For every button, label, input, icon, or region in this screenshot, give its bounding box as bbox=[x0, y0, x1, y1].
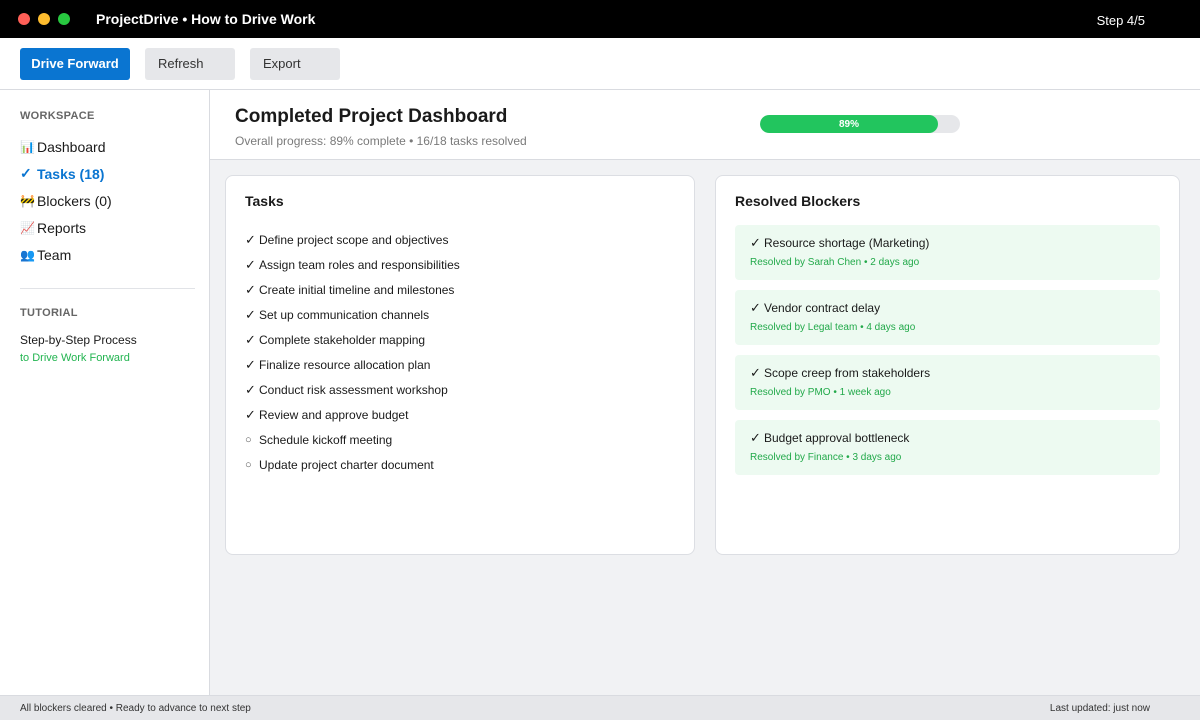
refresh-button[interactable]: Refresh bbox=[145, 47, 235, 80]
bar-chart-icon: 📊 bbox=[20, 139, 35, 154]
task-item[interactable]: ✓ Assign team roles and responsibilities bbox=[245, 252, 675, 277]
sidebar-item-reports[interactable]: 📈 Reports bbox=[20, 214, 194, 241]
tutorial-heading: TUTORIAL bbox=[20, 307, 78, 319]
checkmark-icon: ✓ bbox=[750, 430, 761, 445]
window-title: ProjectDrive • How to Drive Work bbox=[96, 11, 316, 27]
drive-forward-button[interactable]: Drive Forward bbox=[20, 47, 130, 80]
checkmark-icon: ✓ bbox=[245, 256, 256, 272]
status-bar: All blockers cleared • Ready to advance … bbox=[0, 695, 1200, 720]
task-label: Finalize resource allocation plan bbox=[259, 357, 431, 372]
task-label: Review and approve budget bbox=[259, 407, 409, 422]
task-item[interactable]: ✓ Set up communication channels bbox=[245, 302, 675, 327]
sidebar-divider bbox=[20, 288, 195, 289]
task-item[interactable]: ✓ Create initial timeline and milestones bbox=[245, 277, 675, 302]
task-label: Schedule kickoff meeting bbox=[259, 432, 393, 447]
barrier-icon: 🚧 bbox=[20, 193, 35, 208]
blocker-item[interactable]: ✓ Vendor contract delay Resolved by Lega… bbox=[735, 290, 1160, 345]
checkmark-icon: ✓ bbox=[245, 406, 256, 422]
checkmark-icon: ✓ bbox=[750, 365, 761, 380]
blocker-title: Vendor contract delay bbox=[764, 301, 881, 315]
sidebar-item-label: Reports bbox=[37, 219, 87, 236]
blocker-item[interactable]: ✓ Scope creep from stakeholders Resolved… bbox=[735, 355, 1160, 410]
checkmark-icon: ✓ bbox=[245, 331, 256, 347]
tutorial-link[interactable]: to Drive Work Forward bbox=[20, 352, 194, 364]
sidebar-item-label: Team bbox=[37, 246, 72, 263]
task-label: Update project charter document bbox=[259, 457, 434, 472]
checkmark-icon: ✓ bbox=[750, 235, 761, 250]
last-updated: Last updated: just now bbox=[1049, 703, 1150, 714]
blockers-card-title: Resolved Blockers bbox=[735, 193, 861, 209]
sidebar-item-tasks[interactable]: ✓ Tasks (18) bbox=[20, 160, 194, 187]
step-indicator: Step 4/5 bbox=[1096, 13, 1145, 28]
checkmark-icon: ✓ bbox=[245, 356, 256, 372]
tutorial-title: Step-by-Step Process bbox=[20, 333, 137, 347]
blocker-meta: Resolved by Finance • 3 days ago bbox=[750, 452, 902, 463]
task-item[interactable]: ○ Update project charter document bbox=[245, 452, 675, 477]
progress-fill: 89% bbox=[760, 115, 938, 133]
checkmark-icon: ✓ bbox=[245, 281, 256, 297]
blocker-title: Resource shortage (Marketing) bbox=[764, 236, 930, 250]
blocker-item[interactable]: ✓ Budget approval bottleneck Resolved by… bbox=[735, 420, 1160, 475]
export-button[interactable]: Export bbox=[250, 47, 340, 80]
toolbar: Drive Forward Refresh Export bbox=[0, 38, 1200, 90]
blocker-meta: Resolved by Sarah Chen • 2 days ago bbox=[750, 257, 920, 268]
sidebar-item-team[interactable]: 👥 Team bbox=[20, 241, 194, 268]
progress-label: 89% bbox=[838, 118, 859, 130]
sidebar-item-blockers[interactable]: 🚧 Blockers (0) bbox=[20, 187, 194, 214]
checkmark-icon: ✓ bbox=[245, 306, 256, 322]
open-circle-icon: ○ bbox=[245, 458, 252, 471]
blockers-card: Resolved Blockers ✓ Resource shortage (M… bbox=[715, 175, 1180, 555]
checkmark-icon: ✓ bbox=[750, 300, 761, 315]
task-item[interactable]: ✓ Complete stakeholder mapping bbox=[245, 327, 675, 352]
task-item[interactable]: ✓ Conduct risk assessment workshop bbox=[245, 377, 675, 402]
task-item[interactable]: ✓ Define project scope and objectives bbox=[245, 227, 675, 252]
blocker-meta: Resolved by Legal team • 4 days ago bbox=[750, 322, 916, 333]
sidebar: WORKSPACE 📊 Dashboard ✓ Tasks (18) 🚧 Blo… bbox=[0, 90, 210, 695]
task-label: Complete stakeholder mapping bbox=[259, 332, 426, 347]
line-chart-icon: 📈 bbox=[20, 220, 35, 235]
close-window-button[interactable] bbox=[18, 13, 30, 25]
workspace-heading: WORKSPACE bbox=[20, 110, 95, 122]
sidebar-item-dashboard[interactable]: 📊 Dashboard bbox=[20, 133, 194, 160]
task-label: Define project scope and objectives bbox=[259, 232, 449, 247]
task-label: Assign team roles and responsibilities bbox=[259, 257, 460, 272]
blocker-meta: Resolved by PMO • 1 week ago bbox=[750, 387, 891, 398]
page-subtitle: Overall progress: 89% complete • 16/18 t… bbox=[235, 134, 527, 148]
sidebar-item-label: Blockers (0) bbox=[37, 192, 112, 209]
blocker-title: Scope creep from stakeholders bbox=[764, 366, 931, 380]
task-label: Create initial timeline and milestones bbox=[259, 282, 455, 297]
sidebar-nav: 📊 Dashboard ✓ Tasks (18) 🚧 Blockers (0) … bbox=[20, 133, 194, 268]
blocker-list: ✓ Resource shortage (Marketing) Resolved… bbox=[735, 225, 1160, 475]
status-message: All blockers cleared • Ready to advance … bbox=[20, 703, 251, 714]
page-title: Completed Project Dashboard bbox=[235, 106, 508, 127]
progress-bar: 89% bbox=[760, 115, 960, 133]
task-label: Conduct risk assessment workshop bbox=[259, 382, 448, 397]
sidebar-item-label: Dashboard bbox=[37, 138, 106, 155]
window-controls bbox=[18, 13, 70, 25]
task-item[interactable]: ✓ Review and approve budget bbox=[245, 402, 675, 427]
people-icon: 👥 bbox=[20, 247, 35, 262]
sidebar-item-label: Tasks (18) bbox=[37, 165, 105, 182]
open-circle-icon: ○ bbox=[245, 433, 252, 446]
task-label: Set up communication channels bbox=[259, 307, 430, 322]
task-item[interactable]: ✓ Finalize resource allocation plan bbox=[245, 352, 675, 377]
tasks-card-title: Tasks bbox=[245, 193, 284, 209]
checkmark-icon: ✓ bbox=[20, 165, 32, 181]
maximize-window-button[interactable] bbox=[58, 13, 70, 25]
blocker-title: Budget approval bottleneck bbox=[764, 431, 910, 445]
dashboard-header: Completed Project Dashboard Overall prog… bbox=[210, 90, 1200, 160]
checkmark-icon: ✓ bbox=[245, 231, 256, 247]
minimize-window-button[interactable] bbox=[38, 13, 50, 25]
tasks-card: Tasks ✓ Define project scope and objecti… bbox=[225, 175, 695, 555]
title-bar: ProjectDrive • How to Drive Work Step 4/… bbox=[0, 0, 1200, 38]
checkmark-icon: ✓ bbox=[245, 381, 256, 397]
task-list: ✓ Define project scope and objectives ✓ … bbox=[245, 227, 675, 477]
task-item[interactable]: ○ Schedule kickoff meeting bbox=[245, 427, 675, 452]
blocker-item[interactable]: ✓ Resource shortage (Marketing) Resolved… bbox=[735, 225, 1160, 280]
